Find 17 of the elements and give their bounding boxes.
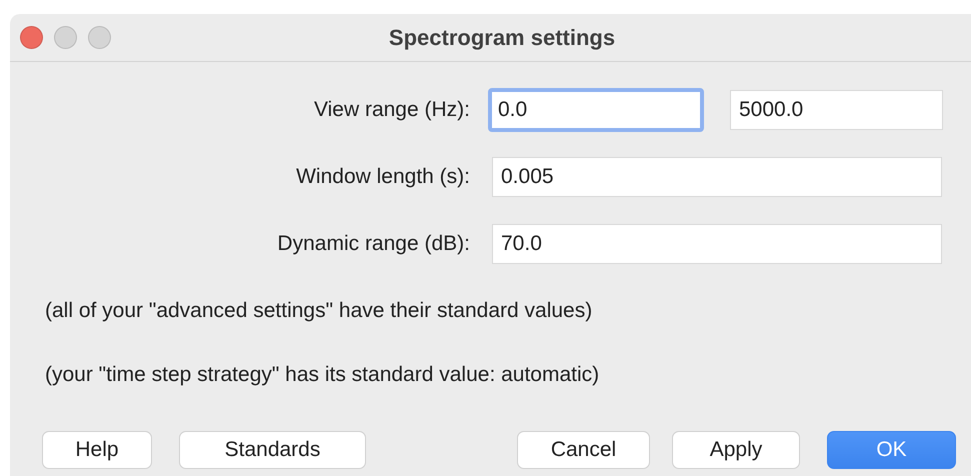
- input-field[interactable]: 0.0: [488, 88, 704, 132]
- dialog-button[interactable]: Standards: [179, 431, 366, 469]
- dialog-button[interactable]: Help: [42, 431, 152, 469]
- zoom-button[interactable]: [88, 26, 111, 49]
- input-field[interactable]: 70.0: [492, 224, 942, 264]
- info-text: (all of your "advanced settings" have their standard values): [45, 299, 594, 323]
- field-label: View range (Hz):: [312, 98, 471, 122]
- field-label: Window length (s):: [295, 165, 471, 189]
- info-text: (your "time step strategy" has its standard value: automatic): [45, 363, 600, 387]
- minimize-button[interactable]: [54, 26, 77, 49]
- dialog-button[interactable]: Cancel: [517, 431, 650, 469]
- field-label: Dynamic range (dB):: [276, 232, 471, 256]
- dialog-button[interactable]: Apply: [672, 431, 800, 469]
- input-field[interactable]: 5000.0: [730, 90, 943, 130]
- window-title: Spectrogram settings: [388, 24, 616, 50]
- close-button[interactable]: [20, 26, 43, 49]
- input-field[interactable]: 0.005: [492, 157, 942, 197]
